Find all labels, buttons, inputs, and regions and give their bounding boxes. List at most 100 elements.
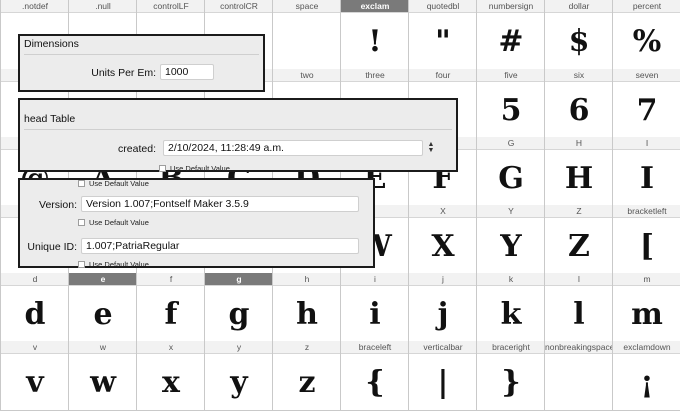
glyph-name-label: nonbreakingspace bbox=[545, 341, 613, 354]
glyph-cell[interactable]: ww bbox=[68, 341, 137, 411]
glyph-name-label: six bbox=[545, 69, 613, 82]
glyph-cell[interactable]: gg bbox=[204, 273, 273, 343]
glyph-cell[interactable]: exclamdown ¡ bbox=[612, 341, 680, 411]
glyph-preview: 5 bbox=[500, 93, 522, 128]
glyph-cell[interactable]: six 6 bbox=[544, 69, 613, 139]
glyph-cell[interactable]: XX bbox=[408, 205, 477, 275]
glyph-cell[interactable]: quotedbl " bbox=[408, 0, 477, 70]
glyph-name-label: quotedbl bbox=[409, 0, 477, 13]
glyph-name-label: seven bbox=[613, 69, 680, 82]
glyph-preview bbox=[273, 14, 341, 69]
glyph-cell[interactable]: II bbox=[612, 137, 680, 207]
glyph-cell[interactable]: ee bbox=[68, 273, 137, 343]
unique-id-field[interactable]: 1.007;PatriaRegular bbox=[81, 238, 359, 254]
glyph-preview: I bbox=[639, 161, 655, 196]
head-table-panel: head Table created: 2/10/2024, 11:28:49 … bbox=[18, 98, 458, 173]
glyph-cell[interactable]: ff bbox=[136, 273, 205, 343]
glyph-name-label: braceleft bbox=[341, 341, 409, 354]
glyph-name-label: Z bbox=[545, 205, 613, 218]
glyph-cell[interactable]: numbersign # bbox=[476, 0, 545, 70]
glyph-name-label: v bbox=[1, 341, 69, 354]
glyph-name-label: dollar bbox=[545, 0, 613, 13]
glyph-preview: e bbox=[93, 297, 113, 332]
glyph-name-label: i bbox=[341, 273, 409, 286]
checkbox-icon[interactable] bbox=[78, 180, 85, 187]
glyph-name-label: I bbox=[613, 137, 680, 150]
top-use-default-row[interactable]: Use Default Value bbox=[78, 179, 149, 188]
glyph-cell[interactable]: GG bbox=[476, 137, 545, 207]
unique-id-use-default-label: Use Default Value bbox=[89, 260, 149, 269]
top-use-default-label: Use Default Value bbox=[89, 179, 149, 188]
glyph-preview: ¡ bbox=[640, 365, 654, 400]
version-field[interactable]: Version 1.007;Fontself Maker 3.5.9 bbox=[81, 196, 359, 212]
glyph-preview: w bbox=[90, 365, 116, 400]
glyph-cell[interactable]: xx bbox=[136, 341, 205, 411]
glyph-cell[interactable]: zz bbox=[272, 341, 341, 411]
glyph-cell[interactable]: dollar $ bbox=[544, 0, 613, 70]
glyph-cell[interactable]: jj bbox=[408, 273, 477, 343]
glyph-cell[interactable]: braceright} bbox=[476, 341, 545, 411]
glyph-preview bbox=[545, 355, 613, 410]
glyph-name-label: .notdef bbox=[1, 0, 69, 13]
glyph-cell[interactable]: dd bbox=[0, 273, 69, 343]
version-use-default-row[interactable]: Use Default Value bbox=[78, 218, 149, 227]
glyph-cell[interactable]: seven 7 bbox=[612, 69, 680, 139]
glyph-cell[interactable]: hh bbox=[272, 273, 341, 343]
checkbox-icon[interactable] bbox=[159, 165, 166, 172]
glyph-cell[interactable]: verticalbar | bbox=[408, 341, 477, 411]
glyph-preview: ! bbox=[368, 24, 382, 59]
dimensions-panel-title: Dimensions bbox=[24, 38, 79, 50]
checkbox-icon[interactable] bbox=[78, 219, 85, 226]
glyph-preview: % bbox=[632, 24, 662, 59]
glyph-name-label: H bbox=[545, 137, 613, 150]
checkbox-icon[interactable] bbox=[78, 261, 85, 268]
glyph-name-label: numbersign bbox=[477, 0, 545, 13]
glyph-name-label: d bbox=[1, 273, 69, 286]
glyph-cell[interactable]: ZZ bbox=[544, 205, 613, 275]
glyph-preview: { bbox=[365, 365, 385, 400]
glyph-cell[interactable]: mm bbox=[612, 273, 680, 343]
glyph-preview: l bbox=[573, 297, 585, 332]
glyph-cell[interactable]: HH bbox=[544, 137, 613, 207]
glyph-cell[interactable]: ll bbox=[544, 273, 613, 343]
glyph-cell[interactable]: braceleft { bbox=[340, 341, 409, 411]
glyph-preview: g bbox=[228, 297, 250, 332]
glyph-cell[interactable]: exclam! bbox=[340, 0, 409, 70]
glyph-cell[interactable]: kk bbox=[476, 273, 545, 343]
glyph-name-label: exclamdown bbox=[613, 341, 680, 354]
glyph-name-label: bracketleft bbox=[613, 205, 680, 218]
glyph-preview: } bbox=[501, 365, 521, 400]
head-table-panel-title: head Table bbox=[24, 113, 76, 125]
created-use-default-row[interactable]: Use Default Value bbox=[159, 164, 230, 173]
glyph-cell[interactable]: bracketleft [ bbox=[612, 205, 680, 275]
glyph-name-label: X bbox=[409, 205, 477, 218]
glyph-name-label: space bbox=[273, 0, 341, 13]
glyph-preview: 7 bbox=[636, 93, 658, 128]
glyph-cell[interactable]: nonbreakingspace bbox=[544, 341, 613, 411]
created-datetime-field[interactable]: 2/10/2024, 11:28:49 a.m. bbox=[163, 140, 423, 156]
units-per-em-field[interactable]: 1000 bbox=[160, 64, 214, 80]
glyph-preview: f bbox=[164, 297, 178, 332]
glyph-cell[interactable]: five 5 bbox=[476, 69, 545, 139]
glyph-name-label: G bbox=[477, 137, 545, 150]
glyph-name-label: exclam bbox=[341, 0, 409, 13]
glyph-preview: 6 bbox=[568, 93, 590, 128]
glyph-cell[interactable]: vv bbox=[0, 341, 69, 411]
glyph-cell[interactable]: yy bbox=[204, 341, 273, 411]
glyph-preview: d bbox=[24, 297, 46, 332]
glyph-cell[interactable]: YY bbox=[476, 205, 545, 275]
version-label: Version: bbox=[39, 199, 77, 211]
unique-id-use-default-row[interactable]: Use Default Value bbox=[78, 260, 149, 269]
panel-divider bbox=[24, 129, 452, 130]
glyph-name-label: w bbox=[69, 341, 137, 354]
up-down-stepper-icon[interactable]: ▲ ▼ bbox=[426, 140, 436, 156]
glyph-cell[interactable]: ii bbox=[340, 273, 409, 343]
glyph-name-label: k bbox=[477, 273, 545, 286]
glyph-name-label: four bbox=[409, 69, 477, 82]
glyph-name-label: l bbox=[545, 273, 613, 286]
glyph-name-label: h bbox=[273, 273, 341, 286]
glyph-preview: j bbox=[437, 297, 449, 332]
glyph-cell[interactable]: percent% bbox=[612, 0, 680, 70]
glyph-cell[interactable]: space bbox=[272, 0, 341, 70]
glyph-preview: | bbox=[437, 365, 449, 400]
